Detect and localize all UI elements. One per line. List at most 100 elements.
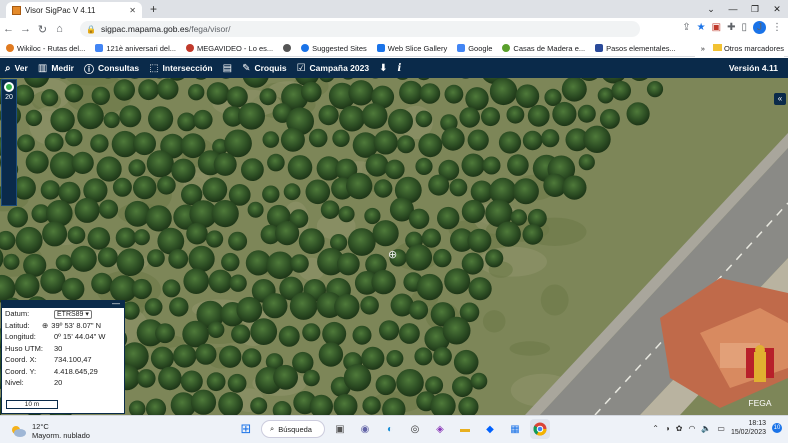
minimize-button[interactable]: —: [722, 0, 744, 18]
lock-icon[interactable]: 🔒: [86, 25, 96, 34]
back-icon[interactable]: ←: [0, 23, 17, 35]
share-icon[interactable]: ⇪: [682, 22, 690, 33]
sigpac-favicon-icon: [12, 5, 21, 15]
url-bar[interactable]: 🔒 sigpac.mapama.gob.es/fega/visor/: [80, 21, 640, 37]
bookmark-favicon-icon: [6, 44, 14, 52]
other-bookmarks[interactable]: Otros marcadores: [712, 44, 784, 53]
temperature: 12°C: [32, 422, 49, 431]
longitude-label: Longitud:: [5, 332, 36, 342]
home-icon[interactable]: ⌂: [51, 23, 68, 35]
extension-icon[interactable]: ▣: [712, 22, 721, 33]
google-icon: [95, 44, 104, 52]
download-icon: ⬇: [379, 62, 388, 74]
app-icon[interactable]: ◈: [430, 419, 450, 439]
tool-croquis[interactable]: ✎ Croquis: [237, 58, 292, 78]
forward-icon[interactable]: →: [17, 23, 34, 35]
puzzle-icon[interactable]: ✚: [727, 22, 735, 33]
store-icon[interactable]: ▦: [505, 419, 525, 439]
google-icon: [457, 44, 466, 52]
teams-icon[interactable]: ◉: [355, 419, 375, 439]
bookmark-item[interactable]: Pasos elementales...: [595, 44, 676, 53]
app-toolbar: ⌕ Ver ▥ Medir ⓘ Consultas ⬚ Intersección ▤ ✎…: [0, 58, 788, 78]
bookmark-item[interactable]: Casas de Madera e...: [502, 44, 585, 53]
taskbar-search[interactable]: ⌕ Búsqueda: [261, 420, 325, 438]
tool-print[interactable]: ▤: [218, 58, 237, 78]
tool-download[interactable]: ⬇: [374, 58, 392, 78]
more-bookmarks-button[interactable]: »: [701, 44, 705, 53]
calendar-icon: ☑: [296, 62, 306, 74]
battery-icon[interactable]: ▭: [717, 424, 725, 433]
tool-campana[interactable]: ☑ Campaña 2023: [292, 58, 375, 78]
coordinates-panel: — Datum: ETRS89 ▾ Latitud: ⊕ 39º 53' 8.07" …: [1, 299, 125, 414]
address-toolbar: ← → ↻ ⌂ 🔒 sigpac.mapama.gob.es/fega/viso…: [0, 18, 788, 40]
utm-label: Huso UTM:: [5, 343, 43, 353]
new-tab-button[interactable]: +: [150, 2, 157, 16]
weather-widget[interactable]: 12°C Mayorm. nublado: [10, 422, 90, 440]
globe-icon[interactable]: ⊕: [42, 321, 48, 330]
maximize-button[interactable]: ❐: [744, 0, 766, 18]
fega-label: FEGA: [748, 398, 772, 408]
bookmark-item[interactable]: Web Slice Gallery: [376, 44, 447, 53]
bookmark-item[interactable]: Google: [457, 44, 492, 53]
layer-side-panel: 20: [1, 79, 17, 206]
close-tab-icon[interactable]: ✕: [129, 6, 136, 15]
tool-ver[interactable]: ⌕ Ver: [0, 58, 33, 78]
clock[interactable]: 18:13 15/02/2023: [731, 419, 766, 437]
tab-search-icon[interactable]: ⌄: [700, 0, 722, 18]
file-explorer-icon[interactable]: ▬: [455, 419, 475, 439]
collapse-panel-button[interactable]: «: [774, 93, 786, 105]
longitude-value: 0º 15' 44.04" W: [54, 332, 106, 342]
windows-start-icon[interactable]: ⊞: [236, 419, 256, 439]
zoom-level: 20: [2, 94, 16, 101]
edge-icon[interactable]: ◐: [380, 419, 400, 439]
sidepanel-icon[interactable]: ▯: [741, 22, 747, 33]
chrome-icon[interactable]: [530, 419, 550, 439]
utm-value: 30: [54, 343, 63, 353]
tray-app-icon[interactable]: ✿: [676, 424, 683, 433]
dropbox-icon[interactable]: ◆: [480, 419, 500, 439]
bookmark-item[interactable]: MEGAVIDEO - Lo es...: [185, 44, 273, 53]
bookmark-item[interactable]: 121è aniversari del...: [95, 44, 176, 53]
tool-medir[interactable]: ▥ Medir: [33, 58, 79, 78]
bookmark-item[interactable]: Wikiloc - Rutas del...: [6, 44, 85, 53]
level-value: 20: [54, 378, 63, 388]
coord-x-value: 734.100,47: [54, 355, 92, 365]
notification-badge[interactable]: 10: [772, 423, 782, 433]
url-host: sigpac.mapama.gob.es: [100, 24, 189, 34]
bookmark-favicon-icon: [502, 44, 511, 52]
coord-y-value: 4.418.645,29: [54, 366, 98, 376]
avatar[interactable]: J: [753, 21, 766, 34]
bookmark-item[interactable]: [283, 44, 292, 52]
reload-icon[interactable]: ↻: [34, 23, 51, 36]
close-window-button[interactable]: ✕: [766, 0, 788, 18]
taskbar: 12°C Mayorm. nublado ⊞ ⌕ Búsqueda ▣ ◉ ◐ ◎…: [0, 415, 788, 443]
fega-logo: FEGA: [738, 342, 782, 408]
tab-sigpac[interactable]: Visor SigPac V 4.11 ✕: [6, 2, 142, 18]
weather-text: Mayorm. nublado: [32, 431, 90, 440]
latitude-value: ⊕ 39º 53' 8.07" N: [42, 320, 102, 330]
bookmark-item[interactable]: Suggested Sites: [301, 44, 367, 53]
volume-icon[interactable]: 🔈: [701, 424, 711, 433]
folder-icon: [712, 44, 722, 51]
wifi-icon[interactable]: ◠: [688, 424, 695, 433]
browser-tab-strip: Visor SigPac V 4.11 ✕ + ⌄ — ❐ ✕: [0, 0, 788, 18]
menu-icon[interactable]: ⋮: [772, 22, 782, 33]
task-view-icon[interactable]: ▣: [330, 419, 350, 439]
media-icon[interactable]: ◎: [405, 419, 425, 439]
minimize-panel-button[interactable]: —: [112, 299, 120, 308]
star-icon[interactable]: ★: [697, 22, 706, 33]
level-label: Nivel:: [5, 378, 24, 388]
datum-select[interactable]: ETRS89 ▾: [54, 310, 92, 320]
tool-about[interactable]: i: [392, 58, 406, 78]
tool-interseccion[interactable]: ⬚ Intersección: [144, 58, 218, 78]
intersection-icon: ⬚: [149, 62, 159, 74]
tool-consultas[interactable]: ⓘ Consultas: [79, 58, 144, 78]
gps-status-icon[interactable]: [4, 82, 14, 92]
bookmarks-bar: Wikiloc - Rutas del... 121è aniversari d…: [0, 40, 788, 57]
bookmark-favicon-icon: [185, 44, 194, 52]
tray-app-icon[interactable]: ◑: [665, 424, 670, 433]
datum-label: Datum:: [5, 309, 30, 319]
globe-icon: [283, 44, 292, 52]
tray-chevron-icon[interactable]: ⌃: [652, 424, 659, 433]
coord-x-label: Coord. X:: [5, 355, 37, 365]
